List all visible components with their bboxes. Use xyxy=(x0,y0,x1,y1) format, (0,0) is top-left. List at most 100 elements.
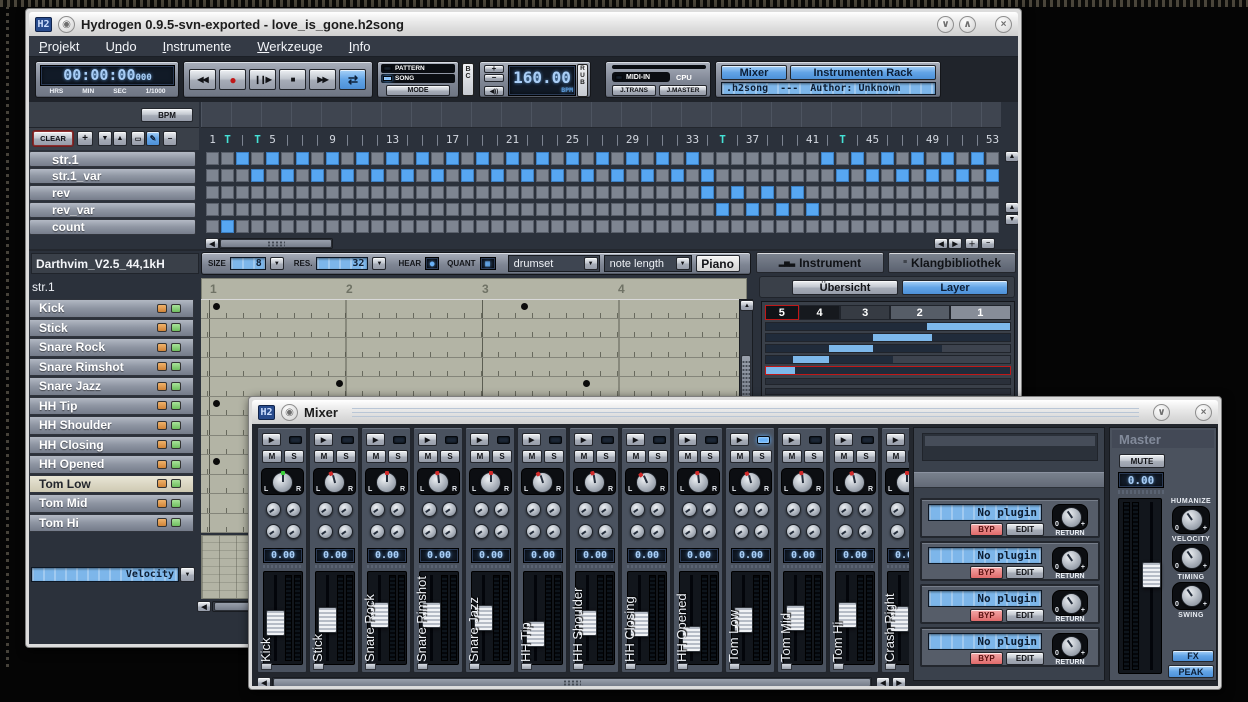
loop-button[interactable]: ⇄ xyxy=(339,69,366,90)
song-hscroll-left-button[interactable]: ◀ xyxy=(205,238,219,249)
fx-plugin-name[interactable]: No plugin xyxy=(928,633,1042,650)
timeline-beat-32[interactable]: | xyxy=(670,133,685,146)
clear-pattern-sequence-button[interactable]: CLEAR xyxy=(33,131,73,146)
instrument-row-hh-closing[interactable]: HH Closing xyxy=(29,436,194,455)
instrument-row-tom-low[interactable]: Tom Low xyxy=(29,475,194,494)
fx-plugin-name[interactable]: No plugin xyxy=(928,590,1042,607)
timeline-beat-51[interactable]: | xyxy=(955,133,970,146)
song-track-rev_var[interactable]: rev_var xyxy=(29,202,196,218)
timeline-beat-3[interactable]: | xyxy=(235,133,250,146)
layer-header-1[interactable]: 1 xyxy=(950,305,1012,320)
instrument-solo-button[interactable] xyxy=(171,304,181,313)
strip-mute-button[interactable]: M xyxy=(314,450,334,463)
strip-solo-button[interactable]: S xyxy=(492,450,512,463)
song-scroll-right-button[interactable]: ▶ xyxy=(948,238,962,249)
strip-mute-button[interactable]: M xyxy=(834,450,854,463)
timeline-beat-34[interactable]: | xyxy=(700,133,715,146)
instrument-mute-button[interactable] xyxy=(157,479,167,488)
strip-solo-button[interactable]: S xyxy=(804,450,824,463)
instrument-solo-button[interactable] xyxy=(171,499,181,508)
mixer-titlebar[interactable]: H2 ◉ Mixer ∨ × xyxy=(252,400,1218,424)
master-fx-button[interactable]: FX xyxy=(1172,650,1214,662)
strip-mute-button[interactable]: M xyxy=(366,450,386,463)
timeline-beat-44[interactable]: | xyxy=(850,133,865,146)
instrument-solo-button[interactable] xyxy=(171,460,181,469)
timeline-beat-43[interactable]: T xyxy=(835,133,850,146)
mixer-window-menu-button[interactable]: ◉ xyxy=(281,404,298,421)
strip-solo-button[interactable]: S xyxy=(700,450,720,463)
master-fader[interactable] xyxy=(1118,498,1162,674)
record-button[interactable]: ● xyxy=(219,69,246,90)
timeline-beat-15[interactable]: | xyxy=(415,133,430,146)
instrument-mute-button[interactable] xyxy=(157,304,167,313)
strip-play-button[interactable]: ▶ xyxy=(730,433,749,446)
jack-transport-button[interactable]: J.TRANS xyxy=(612,85,656,96)
strip-fx-send-knob-4[interactable] xyxy=(442,524,457,539)
drumset-piano-select[interactable]: drumset▼ xyxy=(508,255,600,272)
master-mute-button[interactable]: MUTE xyxy=(1119,454,1165,468)
instrument-mute-button[interactable] xyxy=(157,362,167,371)
timeline-beat-25[interactable]: 25 xyxy=(565,133,580,146)
timeline-beat-36[interactable]: | xyxy=(730,133,745,146)
mixer-shade-button[interactable]: ∨ xyxy=(1153,404,1170,421)
timeline-beat-22[interactable]: | xyxy=(520,133,535,146)
song-pattern-row[interactable] xyxy=(205,219,1000,235)
timeline-beat-4[interactable]: T xyxy=(250,133,265,146)
strip-solo-button[interactable]: S xyxy=(752,450,772,463)
instrument-solo-button[interactable] xyxy=(171,401,181,410)
instrument-solo-button[interactable] xyxy=(171,343,181,352)
timeline-beat-7[interactable]: | xyxy=(295,133,310,146)
strip-pan-knob[interactable]: LR xyxy=(469,468,512,495)
shade-button[interactable]: ∨ xyxy=(937,16,954,33)
timeline-beat-48[interactable]: | xyxy=(910,133,925,146)
strip-fx-send-knob-4[interactable] xyxy=(650,524,665,539)
strip-fx-send-knob-4[interactable] xyxy=(494,524,509,539)
bpm-ruler[interactable] xyxy=(201,102,1001,128)
timeline-beat-5[interactable]: 5 xyxy=(265,133,280,146)
instrument-row-snare-rock[interactable]: Snare Rock xyxy=(29,338,194,357)
note[interactable] xyxy=(336,380,343,387)
fx-edit-button[interactable]: EDIT xyxy=(1006,652,1044,665)
fx-bypass-button[interactable]: BYP xyxy=(970,523,1003,536)
timeline-beat-39[interactable]: | xyxy=(775,133,790,146)
strip-pan-knob[interactable]: LR xyxy=(521,468,564,495)
song-pattern-row[interactable] xyxy=(205,185,1000,201)
instrument-rack-toggle-button[interactable]: Instrumenten Rack xyxy=(790,65,936,80)
strip-play-button[interactable]: ▶ xyxy=(678,433,697,446)
quantize-toggle[interactable]: ▦ xyxy=(480,257,496,270)
master-timing-knob[interactable] xyxy=(1181,585,1203,607)
close-button[interactable]: × xyxy=(995,16,1012,33)
instrument-row-snare-rimshot[interactable]: Snare Rimshot xyxy=(29,358,194,377)
strip-mute-button[interactable]: M xyxy=(886,450,906,463)
bpm-plus-button[interactable]: + xyxy=(484,65,504,73)
jack-master-button[interactable]: J.MASTER xyxy=(659,85,707,96)
strip-solo-button[interactable]: S xyxy=(388,450,408,463)
song-zoom-out-button[interactable]: − xyxy=(981,238,995,249)
instrument-mute-button[interactable] xyxy=(157,323,167,332)
strip-fx-send-knob-2[interactable] xyxy=(754,502,769,517)
timeline-beat-10[interactable]: | xyxy=(340,133,355,146)
mixer-hscroll-left2[interactable]: ◀ xyxy=(876,677,890,686)
mixer-close-button[interactable]: × xyxy=(1195,404,1212,421)
timeline-beat-2[interactable]: T xyxy=(220,133,235,146)
move-down-button[interactable]: ▼ xyxy=(98,131,112,146)
song-zoom-in-button[interactable]: ＋ xyxy=(965,238,979,249)
master-velocity-knob[interactable] xyxy=(1181,547,1203,569)
maximize-button[interactable]: ∧ xyxy=(959,16,976,33)
strip-mute-button[interactable]: M xyxy=(418,450,438,463)
timeline-beat-50[interactable]: | xyxy=(940,133,955,146)
note-properties-select[interactable]: note length▼ xyxy=(604,255,692,272)
strip-fx-send-knob-4[interactable] xyxy=(286,524,301,539)
size-dropdown-button[interactable]: ▼ xyxy=(270,257,284,270)
timeline-beat-38[interactable]: | xyxy=(760,133,775,146)
song-vscroll-up-button[interactable]: ▲ xyxy=(1005,151,1018,162)
instrument-solo-button[interactable] xyxy=(171,421,181,430)
instrument-mute-button[interactable] xyxy=(157,460,167,469)
strip-fx-send-knob-2[interactable] xyxy=(702,502,717,517)
strip-fx-send-knob-2[interactable] xyxy=(442,502,457,517)
timeline-beat-1[interactable]: 1 xyxy=(205,133,220,146)
timeline-beat-28[interactable]: | xyxy=(610,133,625,146)
strip-mute-button[interactable]: M xyxy=(730,450,750,463)
pattern-grid-row[interactable] xyxy=(201,358,747,378)
fx-bypass-button[interactable]: BYP xyxy=(970,609,1003,622)
